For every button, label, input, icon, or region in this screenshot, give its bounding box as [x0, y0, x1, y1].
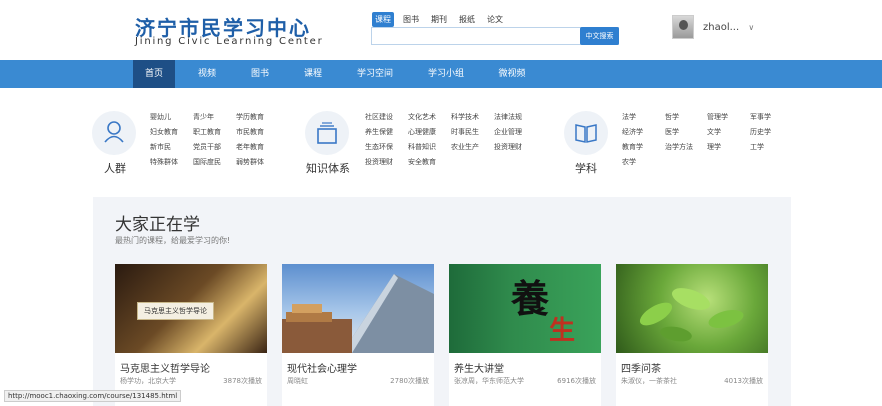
category-tag[interactable]: 农学: [622, 157, 636, 167]
category-tag[interactable]: 婴幼儿: [150, 112, 171, 122]
course-thumbnail[interactable]: [282, 264, 434, 353]
course-title[interactable]: 养生大讲堂: [454, 360, 504, 375]
main-nav: 首页 视频 图书 课程 学习空间 学习小组 微视频: [0, 60, 882, 88]
category-tag[interactable]: 学历教育: [236, 112, 264, 122]
search-tab-thesis[interactable]: 论文: [484, 12, 506, 27]
book-icon: [564, 111, 608, 155]
calligraphy-glyph-2: 生: [549, 316, 576, 346]
category-tag[interactable]: 投资理财: [365, 157, 393, 167]
category-knowledge-title[interactable]: 知识体系: [306, 160, 350, 176]
nav-study-space[interactable]: 学习空间: [350, 60, 400, 88]
avatar[interactable]: [672, 15, 694, 39]
category-tag[interactable]: 管理学: [707, 112, 728, 122]
chevron-down-icon: ∨: [748, 23, 755, 32]
course-title[interactable]: 四季问茶: [621, 360, 661, 375]
category-tag[interactable]: 法学: [622, 112, 636, 122]
course-thumbnail-caption: 马克思主义哲学导论: [137, 302, 214, 320]
category-tag[interactable]: 历史学: [750, 127, 771, 137]
category-tag[interactable]: 文学: [707, 127, 721, 137]
category-tag[interactable]: 生态环保: [365, 142, 393, 152]
category-tag[interactable]: 农业生产: [451, 142, 479, 152]
category-tag[interactable]: 哲学: [665, 112, 679, 122]
category-tag[interactable]: 职工教育: [193, 127, 221, 137]
category-tag[interactable]: 养生保健: [365, 127, 393, 137]
category-tag[interactable]: 企业管理: [494, 127, 522, 137]
course-title[interactable]: 现代社会心理学: [287, 360, 357, 375]
status-bar-url: http://mooc1.chaoxing.com/course/131485.…: [4, 390, 182, 402]
nav-study-group[interactable]: 学习小组: [421, 60, 471, 88]
category-tag[interactable]: 医学: [665, 127, 679, 137]
nav-books[interactable]: 图书: [243, 60, 277, 88]
category-tag[interactable]: 文化艺术: [408, 112, 436, 122]
category-tag[interactable]: 青少年: [193, 112, 214, 122]
category-tag[interactable]: 心理健康: [408, 127, 436, 137]
course-play-count: 6916次播放: [557, 377, 596, 385]
stack-icon: [305, 111, 349, 155]
course-thumbnail[interactable]: [616, 264, 768, 353]
category-tag[interactable]: 法律法规: [494, 112, 522, 122]
search-tabs: 课程 图书 期刊 报纸 论文: [372, 12, 506, 27]
category-tag[interactable]: 妇女教育: [150, 127, 178, 137]
category-tag[interactable]: 科学技术: [451, 112, 479, 122]
category-tag[interactable]: 老年教育: [236, 142, 264, 152]
course-play-count: 4013次播放: [724, 377, 763, 385]
course-card[interactable]: 马克思主义哲学导论 马克思主义哲学导论 杨学功，北京大学 3878次播放: [115, 264, 267, 406]
nav-courses[interactable]: 课程: [296, 60, 330, 88]
course-thumbnail[interactable]: 養 生: [449, 264, 601, 353]
course-thumbnail[interactable]: 马克思主义哲学导论: [115, 264, 267, 353]
person-icon: [92, 111, 136, 155]
course-teacher: 张凉周，华东师范大学: [454, 377, 524, 385]
category-tag[interactable]: 科普知识: [408, 142, 436, 152]
category-tag[interactable]: 理学: [707, 142, 721, 152]
search-button[interactable]: 中文搜索: [580, 27, 619, 45]
course-play-count: 3878次播放: [223, 377, 262, 385]
course-teacher: 杨学功，北京大学: [120, 377, 176, 385]
category-tag[interactable]: 弱势群体: [236, 157, 264, 167]
popular-section-subtitle: 最热门的课程，给最爱学习的你!: [115, 236, 231, 245]
course-card[interactable]: 现代社会心理学 周晓虹 2780次播放: [282, 264, 434, 406]
calligraphy-glyph-1: 養: [511, 276, 550, 321]
category-tag[interactable]: 军事学: [750, 112, 771, 122]
category-tag[interactable]: 投资理财: [494, 142, 522, 152]
nav-micro-video[interactable]: 微视频: [491, 60, 533, 88]
course-teacher: 周晓虹: [287, 377, 308, 385]
category-tag[interactable]: 党员干部: [193, 142, 221, 152]
category-tag[interactable]: 新市民: [150, 142, 171, 152]
category-tag[interactable]: 教育学: [622, 142, 643, 152]
category-tag[interactable]: 社区建设: [365, 112, 393, 122]
search-tab-book[interactable]: 图书: [400, 12, 422, 27]
category-tag[interactable]: 特殊群体: [150, 157, 178, 167]
category-crowd-title[interactable]: 人群: [104, 160, 126, 176]
course-title[interactable]: 马克思主义哲学导论: [120, 360, 210, 375]
category-tag[interactable]: 时事民生: [451, 127, 479, 137]
search-tab-course[interactable]: 课程: [372, 12, 394, 27]
username-dropdown[interactable]: zhaol... ∨: [703, 22, 754, 33]
course-teacher: 朱淑仪，一茶茶社: [621, 377, 677, 385]
tea-leaves-illustration: [639, 288, 744, 342]
category-subject-title[interactable]: 学科: [575, 160, 597, 176]
nav-video[interactable]: 视频: [190, 60, 224, 88]
building-illustration: [282, 274, 434, 353]
category-tag[interactable]: 治学方法: [665, 142, 693, 152]
nav-home[interactable]: 首页: [133, 60, 175, 88]
course-card[interactable]: 四季问茶 朱淑仪，一茶茶社 4013次播放: [616, 264, 768, 406]
category-tag[interactable]: 安全教育: [408, 157, 436, 167]
logo-subtitle: Jining Civic Learning Center: [135, 36, 324, 47]
category-tag[interactable]: 经济学: [622, 127, 643, 137]
search-tab-journal[interactable]: 期刊: [428, 12, 450, 27]
category-tag[interactable]: 国际度民: [193, 157, 221, 167]
header: 济宁市民学习中心 Jining Civic Learning Center 课程…: [0, 0, 882, 60]
popular-section-title: 大家正在学: [115, 215, 200, 235]
course-play-count: 2780次播放: [390, 377, 429, 385]
username-label: zhaol...: [703, 22, 740, 33]
course-card[interactable]: 養 生 养生大讲堂 张凉周，华东师范大学 6916次播放: [449, 264, 601, 406]
category-tag[interactable]: 工学: [750, 142, 764, 152]
category-tag[interactable]: 市民教育: [236, 127, 264, 137]
search-tab-newspaper[interactable]: 报纸: [456, 12, 478, 27]
